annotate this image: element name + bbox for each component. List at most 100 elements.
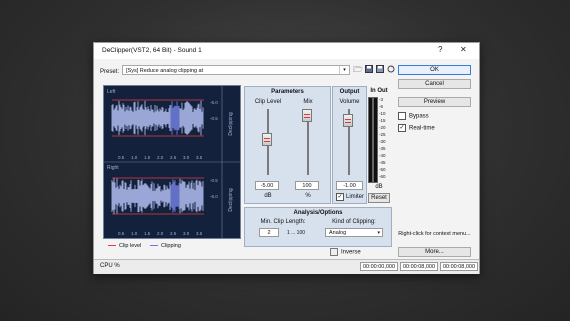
check-icon[interactable]: ✓ — [336, 193, 344, 201]
min-clip-input[interactable]: 2 — [259, 228, 279, 237]
meter-scale-tick: -6 — [379, 104, 384, 109]
close-button[interactable]: ✕ — [460, 45, 467, 54]
meter-out-label: Out — [377, 88, 388, 94]
inverse-checkbox[interactable]: Inverse — [330, 248, 370, 256]
time-length: 00:00:08,000 — [440, 262, 478, 271]
context-menu-hint: Right-click for context menu... — [398, 231, 471, 237]
chevron-down-icon[interactable]: ▾ — [339, 66, 349, 74]
side-label-top: Declipping — [228, 112, 234, 136]
status-bar: CPU % 00:00:00,000 00:00:08,000 00:00:08… — [94, 259, 479, 274]
db-tick: -0.5 — [210, 178, 218, 183]
folder-icon[interactable]: 🗁 — [353, 65, 363, 74]
time-ticks-top: 0.5 1.0 1.5 2.0 2.5 3.0 3.5 — [118, 155, 203, 160]
time-tick: 1.5 — [144, 155, 151, 160]
save-as-icon[interactable] — [375, 65, 384, 74]
clip-level-unit: dB — [264, 193, 272, 199]
output-title: Output — [339, 89, 360, 95]
right-channel-waveform — [111, 177, 204, 215]
analysis-title: Analysis/Options — [293, 210, 343, 216]
left-channel-waveform — [111, 100, 204, 136]
min-clip-label: Min. Clip Length: — [260, 219, 306, 225]
mix-label: Mix — [303, 99, 313, 105]
ok-button[interactable]: OK — [398, 65, 471, 75]
cancel-button[interactable]: Cancel — [398, 79, 471, 89]
output-meter — [373, 97, 378, 183]
clip-level-label: Clip Level — [254, 99, 282, 105]
bypass-check-box[interactable] — [398, 112, 406, 120]
mix-value[interactable]: 100 — [295, 181, 319, 190]
bypass-checkbox[interactable]: Bypass — [398, 112, 429, 120]
analysis-panel: Analysis/Options Min. Clip Length: Kind … — [244, 207, 392, 247]
waveform-svg: Left Right -6.0 -0.5 -0.5 -6.0 0.5 1.0 1.5… — [104, 86, 240, 238]
more-button[interactable]: More... — [398, 247, 471, 257]
meter-scale-tick: -15 — [379, 118, 386, 123]
meter-scale-tick: -3 — [379, 97, 384, 102]
meter-scale-tick: -50 — [379, 167, 386, 172]
time-tick: 2.0 — [157, 231, 164, 236]
time-tick: 0.5 — [118, 155, 125, 160]
inverse-label: Inverse — [341, 249, 361, 256]
reset-icon[interactable] — [386, 65, 395, 74]
meter-scale-tick: -60 — [379, 174, 386, 179]
declipper-dialog: DeClipper(VST2, 64 Bit) - Sound 1 ? ✕ Pr… — [93, 42, 480, 274]
inverse-check-box[interactable] — [330, 248, 338, 256]
window-title: DeClipper(VST2, 64 Bit) - Sound 1 — [102, 47, 202, 54]
db-tick: -0.5 — [210, 116, 218, 121]
mix-slider[interactable] — [302, 109, 312, 122]
kind-label: Kind of Clipping: — [332, 219, 376, 225]
time-end: 00:00:08,000 — [400, 262, 438, 271]
time-start: 00:00:00,000 — [360, 262, 398, 271]
meter-scale-tick: -35 — [379, 146, 386, 151]
kind-dropdown[interactable]: Analog ▾ — [325, 228, 383, 237]
preset-label: Preset: — [100, 69, 120, 75]
meter-unit: dB — [375, 184, 383, 190]
meter-scale-tick: -40 — [379, 153, 386, 158]
legend-clip-level: Clip level — [108, 243, 141, 249]
mix-unit: % — [305, 193, 311, 199]
meter-scale-tick: -25 — [379, 132, 386, 137]
volume-slider[interactable] — [343, 114, 353, 128]
volume-value[interactable]: -1.00 — [336, 181, 363, 190]
chevron-down-icon[interactable]: ▾ — [377, 229, 380, 238]
meter-scale-tick: -10 — [379, 111, 386, 116]
legend-clip-level-label: Clip level — [119, 243, 142, 249]
parameters-title: Parameters — [271, 89, 304, 95]
db-tick: -6.0 — [210, 100, 218, 105]
time-tick: 1.5 — [144, 231, 151, 236]
clip-level-value[interactable]: -5.00 — [255, 181, 279, 190]
help-button[interactable]: ? — [438, 45, 442, 54]
meter-scale-tick: -30 — [379, 139, 386, 144]
limiter-checkbox[interactable]: ✓ Limiter — [333, 193, 369, 201]
right-channel-label: Right — [107, 165, 119, 171]
meter-scale-tick: -45 — [379, 160, 386, 165]
reset-button[interactable]: Reset — [368, 193, 390, 203]
time-ticks-bottom: 0.5 1.0 1.5 2.0 2.5 3.0 3.5 — [118, 231, 203, 236]
check-icon[interactable]: ✓ — [398, 124, 406, 132]
waveform-display[interactable]: Left Right -6.0 -0.5 -0.5 -6.0 0.5 1.0 1.5… — [103, 85, 241, 239]
time-tick: 2.5 — [170, 155, 177, 160]
legend-clipping-label: Clipping — [161, 243, 181, 249]
preview-button[interactable]: Preview — [398, 97, 471, 107]
left-channel-label: Left — [107, 89, 116, 95]
db-tick: -6.0 — [210, 194, 218, 199]
realtime-checkbox[interactable]: ✓ Real-time — [398, 124, 435, 132]
bypass-label: Bypass — [409, 113, 429, 120]
time-tick: 3.0 — [183, 231, 190, 236]
meter-in-label: In — [370, 88, 376, 94]
save-icon[interactable] — [364, 65, 373, 74]
clip-level-slider[interactable] — [262, 132, 272, 146]
legend-clipping: Clipping — [150, 243, 181, 249]
time-tick: 3.0 — [183, 155, 190, 160]
time-tick: 0.5 — [118, 231, 125, 236]
side-label-bottom: Declipping — [228, 188, 234, 212]
min-clip-range: 1 ... 100 — [286, 230, 306, 236]
time-tick: 1.0 — [131, 155, 138, 160]
parameters-panel: Parameters Clip Level Mix -5.00 100 dB % — [244, 86, 331, 204]
meter-title: In Out — [367, 88, 391, 94]
preset-dropdown[interactable]: [Sys] Reduce analog clipping at ▾ — [122, 65, 350, 75]
cpu-label: CPU % — [100, 263, 120, 269]
time-tick: 1.0 — [131, 231, 138, 236]
time-tick: 2.0 — [157, 155, 164, 160]
time-tick: 3.5 — [196, 155, 203, 160]
realtime-label: Real-time — [409, 125, 435, 132]
